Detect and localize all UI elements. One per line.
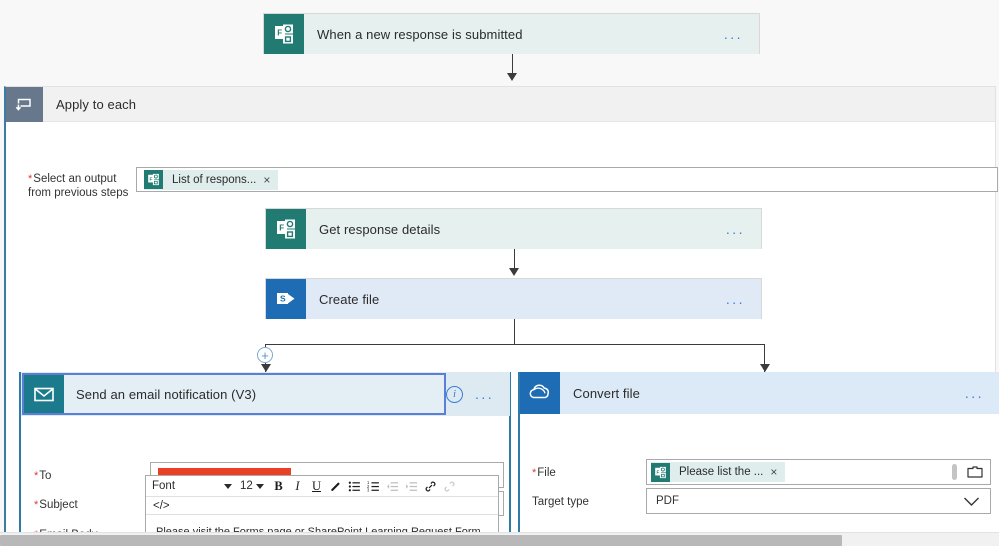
required-asterisk: * [34,499,39,511]
bulleted-list-button[interactable] [346,477,364,495]
create-file-title: Create file [319,291,380,307]
send-email-header-selected-frame[interactable]: Send an email notification (V3) [22,373,446,415]
required-asterisk: * [34,470,39,482]
email-subject-label: *Subject [34,499,78,511]
chevron-down-icon [224,483,232,489]
token-chip-label: List of respons... [172,173,257,186]
send-email-header-actions: i ... [446,372,511,416]
connector-arrow-createfile [509,268,519,276]
trigger-card-header[interactable]: F When a new response is submitted ... [264,14,759,54]
convert-target-type-value: PDF [656,495,679,507]
microsoft-forms-icon: F [264,14,304,54]
onedrive-cloud-icon [520,372,560,414]
info-icon[interactable]: i [446,385,463,403]
sharepoint-icon: S [266,279,306,319]
font-family-value: Font [152,480,176,492]
microsoft-forms-icon: F [651,462,670,482]
apply-to-each-body: *Select an output from previous steps F [6,122,999,546]
connector-arrow-convert [759,364,770,372]
underline-button[interactable]: U [308,477,326,495]
email-envelope-icon [24,375,64,413]
horizontal-scrollbar-thumb[interactable] [0,535,842,546]
select-output-input[interactable]: F List of respons... × [136,167,998,192]
flow-designer-canvas: F When a new response is submitted ... A… [0,0,999,546]
decrease-indent-button[interactable] [384,477,402,495]
apply-to-each-header[interactable]: Apply to each [6,87,995,122]
token-chip-remove-icon[interactable]: × [263,174,278,186]
flow-card-create-file[interactable]: S Create file ... [265,278,762,319]
remove-link-button[interactable] [441,477,459,495]
font-size-value: 12 [240,480,253,492]
get-response-details-menu-button[interactable]: ... [726,222,761,236]
convert-file-menu-button[interactable]: ... [965,386,999,400]
connector-arrow-email [260,364,271,372]
insert-link-button[interactable] [422,477,440,495]
svg-text:F: F [279,223,284,232]
select-output-label: *Select an output from previous steps [28,173,129,199]
svg-text:3: 3 [367,487,370,492]
send-email-title: Send an email notification (V3) [76,386,257,402]
convert-target-type-select[interactable]: PDF [646,488,991,514]
apply-to-each-scope[interactable]: Apply to each *Select an output from pre… [4,86,999,546]
token-chip-please-list-the[interactable]: F Please list the ... × [651,462,786,482]
convert-file-field-label: *File [532,467,556,479]
trigger-card-menu-button[interactable]: ... [724,27,759,41]
microsoft-forms-icon: F [144,170,163,189]
connector-trigger-to-scope [511,54,513,74]
italic-button[interactable]: I [289,477,307,495]
rich-text-toolbar: Font 12 B I U 1 2 3 [146,476,498,497]
convert-file-title: Convert file [573,385,640,401]
flow-card-get-response-details[interactable]: F Get response details ... [265,208,762,249]
text-highlight-button[interactable] [327,477,345,495]
send-email-header[interactable]: Send an email notification (V3) i ... [21,372,511,416]
horizontal-scrollbar[interactable] [0,532,999,546]
increase-indent-button[interactable] [403,477,421,495]
connector-createfile-stem [513,319,515,345]
connector-branch-bar [265,344,765,346]
font-family-select[interactable]: Font [149,478,235,495]
trigger-card-title: When a new response is submitted [317,26,523,42]
folder-picker-icon[interactable] [967,465,987,479]
add-step-node-left[interactable]: + [257,347,273,363]
convert-target-type-label: Target type [532,496,589,508]
convert-file-body: *File F Please list the ... × Target typ… [520,414,999,546]
svg-text:S: S [280,294,286,304]
svg-text:F: F [277,28,282,37]
connector-getresp-to-createfile [513,249,515,269]
bold-button[interactable]: B [270,477,288,495]
file-field-scrollbar[interactable] [952,464,957,480]
send-email-menu-button[interactable]: ... [475,387,510,401]
get-response-details-title: Get response details [319,221,441,237]
svg-text:F: F [656,469,659,475]
code-view-toggle[interactable]: </> [146,497,498,515]
token-chip-label: Please list the ... [679,466,764,478]
apply-to-each-title: Apply to each [56,96,137,112]
token-chip-remove-icon[interactable]: × [770,466,785,478]
required-asterisk: * [28,173,33,185]
create-file-header[interactable]: S Create file ... [266,279,761,319]
token-chip-list-of-responses[interactable]: F List of respons... × [144,169,279,190]
svg-text:F: F [149,176,152,182]
numbered-list-button[interactable]: 1 2 3 [365,477,383,495]
create-file-menu-button[interactable]: ... [726,292,761,306]
required-asterisk: * [532,467,537,479]
flow-card-convert-file[interactable]: Convert file ... *File F Please list the… [518,372,999,546]
apply-to-each-loop-icon [6,87,43,122]
font-size-select[interactable]: 12 [237,478,267,495]
chevron-down-icon [963,496,980,507]
get-response-details-header[interactable]: F Get response details ... [266,209,761,249]
convert-file-input[interactable]: F Please list the ... × [646,459,991,485]
convert-file-header[interactable]: Convert file ... [520,372,999,414]
chevron-down-icon [256,483,264,489]
flow-card-trigger[interactable]: F When a new response is submitted ... [263,13,760,54]
email-to-label: *To [34,470,52,482]
microsoft-forms-icon: F [266,209,306,249]
connector-arrow-scope [507,73,517,81]
